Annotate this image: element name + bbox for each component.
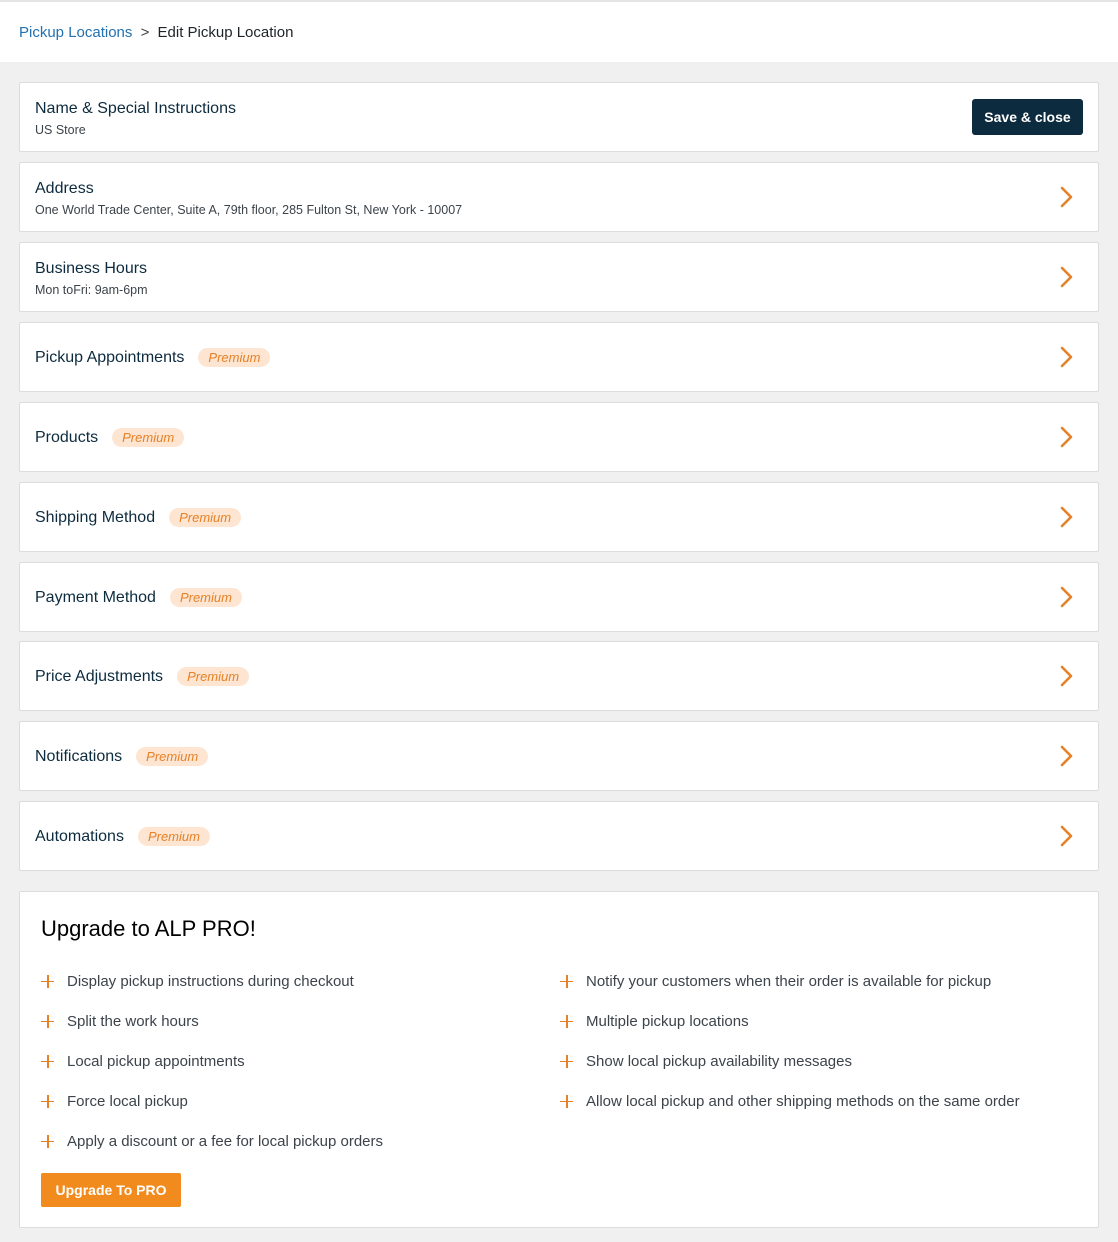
chevron-right-icon[interactable]: [1054, 664, 1078, 688]
feature-label: Show local pickup availability messages: [586, 1052, 852, 1070]
address-subtitle: One World Trade Center, Suite A, 79th fl…: [35, 203, 463, 217]
premium-badge: Premium: [198, 348, 271, 367]
breadcrumb-current: Edit Pickup Location: [157, 24, 294, 41]
chevron-right-icon[interactable]: [1054, 744, 1078, 768]
feature-label: Split the work hours: [67, 1012, 199, 1030]
plus-icon: [41, 974, 54, 988]
pickup-appointments-title-row: Pickup Appointments Premium: [35, 348, 271, 367]
payment-method-card[interactable]: Payment Method Premium: [19, 562, 1099, 632]
plus-icon: [560, 974, 573, 988]
price-adjustments-title: Price Adjustments: [35, 667, 164, 685]
premium-badge: Premium: [177, 667, 250, 686]
products-title-row: Products Premium: [35, 428, 185, 447]
plus-icon: [560, 1014, 573, 1028]
notifications-title: Notifications: [35, 747, 123, 765]
feature-label: Force local pickup: [67, 1092, 188, 1110]
plus-icon: [41, 1094, 54, 1108]
feature-item: Notify your customers when their order i…: [560, 971, 991, 991]
upgrade-to-pro-button[interactable]: Upgrade To PRO: [41, 1173, 181, 1207]
products-card[interactable]: Products Premium: [19, 402, 1099, 472]
feature-item: Local pickup appointments: [41, 1051, 245, 1071]
price-adjustments-title-row: Price Adjustments Premium: [35, 667, 250, 686]
plus-icon: [560, 1094, 573, 1108]
name-instructions-title: Name & Special Instructions: [35, 100, 236, 117]
shipping-method-title-row: Shipping Method Premium: [35, 508, 242, 527]
business-hours-subtitle: Mon toFri: 9am-6pm: [35, 283, 148, 297]
price-adjustments-card[interactable]: Price Adjustments Premium: [19, 641, 1099, 711]
business-hours-card[interactable]: Business Hours Mon toFri: 9am-6pm: [19, 242, 1099, 312]
products-title: Products: [35, 428, 99, 446]
save-close-button[interactable]: Save & close: [972, 99, 1083, 135]
payment-method-title: Payment Method: [35, 588, 156, 606]
name-instructions-subtitle: US Store: [35, 123, 86, 137]
feature-item: Apply a discount or a fee for local pick…: [41, 1131, 383, 1151]
feature-item: Multiple pickup locations: [560, 1011, 749, 1031]
plus-icon: [41, 1014, 54, 1028]
feature-label: Allow local pickup and other shipping me…: [586, 1092, 1020, 1110]
chevron-right-icon[interactable]: [1054, 824, 1078, 848]
upgrade-panel: Upgrade to ALP PRO! Display pickup instr…: [19, 891, 1099, 1228]
payment-method-title-row: Payment Method Premium: [35, 588, 242, 607]
chevron-right-icon[interactable]: [1054, 505, 1078, 529]
feature-label: Multiple pickup locations: [586, 1012, 749, 1030]
name-instructions-card: Name & Special Instructions US Store Sav…: [19, 82, 1099, 152]
pickup-appointments-card[interactable]: Pickup Appointments Premium: [19, 322, 1099, 392]
feature-label: Apply a discount or a fee for local pick…: [67, 1132, 384, 1150]
chevron-right-icon[interactable]: [1054, 265, 1078, 289]
plus-icon: [41, 1054, 54, 1068]
upgrade-title: Upgrade to ALP PRO!: [41, 916, 256, 941]
address-title: Address: [35, 180, 94, 197]
premium-badge: Premium: [112, 428, 185, 447]
feature-item: Split the work hours: [41, 1011, 199, 1031]
feature-item: Show local pickup availability messages: [560, 1051, 852, 1071]
pickup-appointments-title: Pickup Appointments: [35, 348, 185, 366]
feature-item: Force local pickup: [41, 1091, 188, 1111]
address-card[interactable]: Address One World Trade Center, Suite A,…: [19, 162, 1099, 232]
top-bar: Pickup Locations > Edit Pickup Location: [0, 0, 1118, 62]
plus-icon: [560, 1054, 573, 1068]
feature-label: Local pickup appointments: [67, 1052, 245, 1070]
shipping-method-title: Shipping Method: [35, 508, 156, 526]
automations-title-row: Automations Premium: [35, 827, 210, 846]
breadcrumb: Pickup Locations > Edit Pickup Location: [19, 24, 293, 42]
premium-badge: Premium: [169, 588, 242, 607]
business-hours-title: Business Hours: [35, 260, 148, 277]
chevron-right-icon[interactable]: [1054, 585, 1078, 609]
plus-icon: [41, 1134, 54, 1148]
shipping-method-card[interactable]: Shipping Method Premium: [19, 482, 1099, 552]
feature-item: Display pickup instructions during check…: [41, 971, 354, 991]
feature-item: Allow local pickup and other shipping me…: [560, 1091, 1020, 1111]
chevron-right-icon[interactable]: [1054, 345, 1078, 369]
breadcrumb-pickup-locations-link[interactable]: Pickup Locations: [19, 24, 132, 41]
feature-label: Notify your customers when their order i…: [586, 972, 992, 990]
chevron-right-icon[interactable]: [1054, 425, 1078, 449]
premium-badge: Premium: [169, 508, 242, 527]
chevron-right-icon[interactable]: [1054, 185, 1078, 209]
breadcrumb-separator: >: [140, 24, 150, 41]
notifications-title-row: Notifications Premium: [35, 747, 209, 766]
premium-badge: Premium: [137, 827, 210, 846]
notifications-card[interactable]: Notifications Premium: [19, 721, 1099, 791]
feature-label: Display pickup instructions during check…: [67, 972, 354, 990]
premium-badge: Premium: [136, 747, 209, 766]
automations-title: Automations: [35, 827, 124, 845]
automations-card[interactable]: Automations Premium: [19, 801, 1099, 871]
